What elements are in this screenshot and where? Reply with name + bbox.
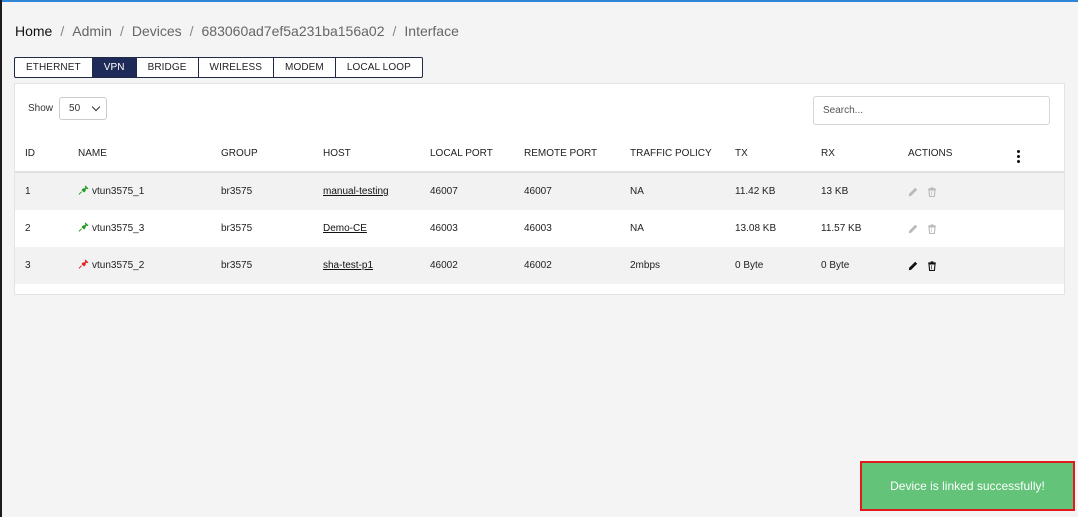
breadcrumb-admin[interactable]: Admin	[72, 23, 112, 39]
trash-icon[interactable]	[927, 223, 937, 234]
table-row[interactable]: 3 vtun3575_2 br3575 sha-test-p1 46002 46002 2m…	[15, 247, 1064, 284]
host-link[interactable]: Demo-CE	[323, 223, 367, 234]
plug-icon	[78, 259, 89, 273]
cell-remote-port: 46003	[514, 210, 620, 247]
trash-icon[interactable]	[927, 186, 937, 197]
page-size-value: 50	[69, 103, 81, 114]
interface-tabs: ETHERNET VPN BRIDGE WIRELESS MODEM LOCAL…	[14, 57, 423, 78]
column-header-traffic-policy[interactable]: TRAFFIC POLICY	[620, 136, 725, 173]
pencil-icon[interactable]	[908, 224, 918, 234]
top-accent-bar	[0, 0, 1078, 2]
interface-name: vtun3575_3	[92, 223, 145, 234]
row-actions	[908, 223, 1004, 234]
breadcrumb-devices[interactable]: Devices	[132, 23, 182, 39]
tab-wireless[interactable]: WIRELESS	[199, 58, 275, 77]
column-header-tx[interactable]: TX	[725, 136, 811, 173]
column-header-id[interactable]: ID	[15, 136, 68, 173]
column-menu[interactable]	[1004, 136, 1064, 173]
tab-modem[interactable]: MODEM	[274, 58, 336, 77]
search-input[interactable]	[813, 96, 1050, 125]
cell-tx: 0 Byte	[725, 247, 811, 284]
column-header-name[interactable]: NAME	[68, 136, 211, 173]
cell-rx: 11.57 KB	[811, 210, 898, 247]
page-size-select[interactable]: 50	[59, 97, 108, 120]
cell-name: vtun3575_2	[78, 247, 211, 284]
breadcrumb-device-id[interactable]: 683060ad7ef5a231ba156a02	[202, 23, 385, 39]
cell-local-port: 46007	[420, 172, 514, 210]
plug-icon	[78, 222, 89, 236]
table-row[interactable]: 2 vtun3575_3 br3575 Demo-CE 46003 46003 NA 13.0…	[15, 210, 1064, 247]
kebab-menu-icon[interactable]	[1017, 149, 1020, 163]
cell-id: 3	[15, 247, 68, 284]
chevron-down-icon	[91, 102, 101, 112]
pencil-icon[interactable]	[908, 261, 918, 271]
vpn-table: ID NAME GROUP HOST LOCAL PORT REMOTE POR…	[15, 136, 1064, 284]
plug-icon	[78, 185, 89, 199]
breadcrumb-separator: /	[392, 23, 397, 39]
cell-traffic-policy: NA	[620, 210, 725, 247]
toast-message: Device is linked successfully!	[890, 479, 1045, 493]
table-header-row: ID NAME GROUP HOST LOCAL PORT REMOTE POR…	[15, 136, 1064, 173]
tab-ethernet[interactable]: ETHERNET	[15, 58, 93, 77]
tab-bridge[interactable]: BRIDGE	[137, 58, 199, 77]
cell-remote-port: 46007	[514, 172, 620, 210]
breadcrumb: Home / Admin / Devices / 683060ad7ef5a23…	[15, 23, 459, 39]
column-header-group[interactable]: GROUP	[211, 136, 313, 173]
page-size-control: Show 50	[28, 97, 108, 120]
host-link[interactable]: manual-testing	[323, 186, 389, 197]
cell-name: vtun3575_3	[78, 210, 211, 247]
show-label: Show	[28, 103, 54, 114]
cell-rx: 13 KB	[811, 172, 898, 210]
cell-tx: 13.08 KB	[725, 210, 811, 247]
interface-name: vtun3575_2	[92, 260, 145, 271]
cell-group: br3575	[211, 210, 313, 247]
cell-tx: 11.42 KB	[725, 172, 811, 210]
cell-group: br3575	[211, 247, 313, 284]
row-actions	[908, 260, 1004, 271]
interface-name: vtun3575_1	[92, 186, 145, 197]
cell-id: 2	[15, 210, 68, 247]
window-left-edge	[0, 0, 2, 517]
cell-remote-port: 46002	[514, 247, 620, 284]
breadcrumb-separator: /	[119, 23, 124, 39]
breadcrumb-separator: /	[60, 23, 65, 39]
tab-vpn[interactable]: VPN	[92, 58, 137, 77]
trash-icon[interactable]	[927, 260, 937, 271]
column-header-remote-port[interactable]: REMOTE PORT	[514, 136, 620, 173]
host-link[interactable]: sha-test-p1	[323, 260, 373, 271]
cell-traffic-policy: NA	[620, 172, 725, 210]
column-header-host[interactable]: HOST	[313, 136, 420, 173]
column-header-local-port[interactable]: LOCAL PORT	[420, 136, 514, 173]
success-toast: Device is linked successfully!	[860, 461, 1075, 511]
cell-local-port: 46002	[420, 247, 514, 284]
breadcrumb-interface: Interface	[404, 23, 459, 39]
breadcrumb-separator: /	[189, 23, 194, 39]
column-header-rx[interactable]: RX	[811, 136, 898, 173]
cell-local-port: 46003	[420, 210, 514, 247]
column-header-actions: ACTIONS	[898, 136, 1004, 173]
cell-group: br3575	[211, 172, 313, 210]
vpn-table-card: Show 50 ID NAME GROUP HOST LOCAL PORT RE…	[14, 83, 1065, 295]
table-row[interactable]: 1 vtun3575_1 br3575 manual-testing 46007 4600…	[15, 172, 1064, 210]
pencil-icon[interactable]	[908, 187, 918, 197]
tab-local-loop[interactable]: LOCAL LOOP	[336, 58, 422, 77]
breadcrumb-home[interactable]: Home	[15, 23, 52, 39]
row-actions	[908, 186, 1004, 197]
cell-traffic-policy: 2mbps	[620, 247, 725, 284]
cell-name: vtun3575_1	[78, 173, 211, 210]
cell-rx: 0 Byte	[811, 247, 898, 284]
cell-id: 1	[15, 172, 68, 210]
